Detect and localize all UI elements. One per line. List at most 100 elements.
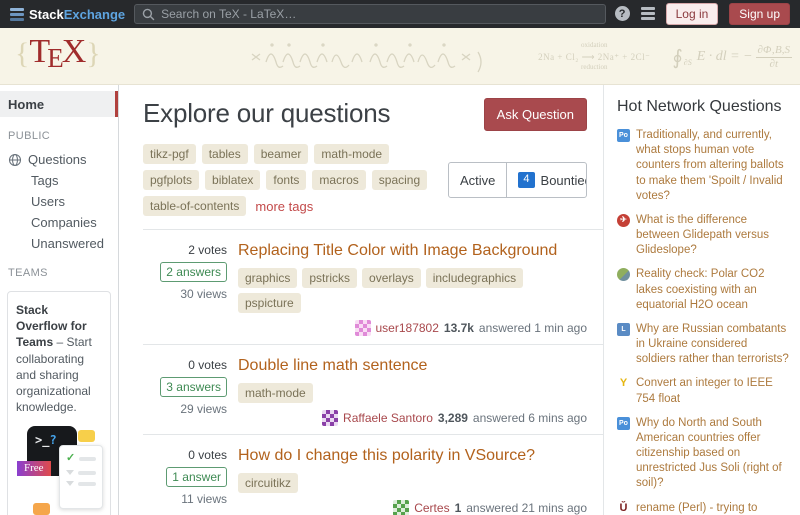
page-body: Home PUBLIC Questions Tags Users Compani… — [0, 85, 800, 515]
sidebar-item-home[interactable]: Home — [0, 91, 118, 117]
teams-illustration: >_? ✓ Free — [16, 423, 102, 515]
tag-math-mode[interactable]: math-mode — [238, 383, 313, 403]
ask-question-button[interactable]: Ask Question — [484, 98, 587, 131]
activity-time: answered 6 mins ago — [473, 411, 587, 425]
question-list: 2 votes2 answers30 views Replacing Title … — [143, 229, 603, 515]
sidebar-item-unanswered[interactable]: Unanswered — [0, 233, 118, 254]
hot-network-questions-title: Hot Network Questions — [617, 98, 790, 116]
teams-promo-card: Stack Overflow for Teams – Start collabo… — [7, 291, 111, 515]
user-name-link[interactable]: Certes — [414, 501, 449, 515]
hot-question-link[interactable]: rename (Perl) - trying to renumber a lis… — [636, 501, 790, 515]
more-tags-link[interactable]: more tags — [255, 199, 313, 214]
hot-question-item: Po Traditionally, and currently, what sto… — [617, 128, 790, 204]
hot-question-link[interactable]: Traditionally, and currently, what stops… — [636, 128, 790, 204]
sidebar-item-companies[interactable]: Companies — [0, 212, 118, 233]
hot-question-item: PoWhy do North and South American countr… — [617, 416, 790, 492]
question-attribution: Raffaele Santoro3,289answered 6 mins ago — [322, 403, 587, 426]
user-name-link[interactable]: user187802 — [376, 321, 439, 335]
vote-count: 2 votes — [188, 243, 227, 257]
question-filters: Active4BountiedHotWeekMonth — [448, 162, 587, 198]
tag-includegraphics[interactable]: includegraphics — [426, 268, 523, 288]
tag-pspicture[interactable]: pspicture — [238, 293, 301, 313]
tag-biblatex[interactable]: biblatex — [205, 170, 260, 190]
question-title-link[interactable]: Double line math sentence — [238, 356, 587, 376]
answer-count: 1 answer — [166, 467, 227, 487]
hot-question-link[interactable]: What is the difference between Glidepath… — [636, 213, 790, 259]
question-stats: 2 votes2 answers30 views — [143, 240, 227, 336]
tag-spacing[interactable]: spacing — [372, 170, 427, 190]
chemistry-equation-decoration: oxidation 2Na + Cl₂ ⟶ 2Na⁺ + 2Cl⁻ reduct… — [538, 41, 650, 73]
filter-active[interactable]: Active — [449, 163, 506, 197]
question-stats: 0 votes1 answer11 views — [143, 445, 227, 515]
search-input[interactable] — [161, 7, 597, 21]
sidebar-section-public: PUBLIC — [0, 117, 118, 149]
featured-tags: tikz-pgf tables beamermath-mode pgfplots bib… — [143, 144, 448, 216]
hot-question-link[interactable]: Reality check: Polar CO2 lakes coexistin… — [636, 267, 790, 313]
question-row: 0 votes1 answer11 viewsHow do I change t… — [143, 435, 603, 515]
law-site-icon: L — [617, 323, 630, 336]
user-name-link[interactable]: Raffaele Santoro — [343, 411, 433, 425]
question-title-link[interactable]: Replacing Title Color with Image Backgro… — [238, 241, 587, 261]
tag-graphics[interactable]: graphics — [238, 268, 297, 288]
tag-math-mode[interactable]: math-mode — [314, 144, 389, 164]
hot-question-link[interactable]: Convert an integer to IEEE 754 float — [636, 376, 790, 406]
sidebar-item-questions[interactable]: Questions — [0, 149, 118, 170]
vote-count: 0 votes — [188, 448, 227, 462]
user-avatar[interactable] — [393, 500, 409, 515]
tag-macros[interactable]: macros — [312, 170, 365, 190]
site-header: { T E X } oxidation 2Na + Cl₂ ⟶ 2Na⁺ + 2… — [0, 28, 800, 85]
filter-bountied[interactable]: 4Bountied — [506, 163, 587, 197]
logo-brace-right: } — [86, 39, 100, 69]
politics-site-icon: Po — [617, 129, 630, 142]
hot-question-link[interactable]: Why do North and South American countrie… — [636, 416, 790, 492]
tag-tikz-pgf[interactable]: tikz-pgf — [143, 144, 196, 164]
sidebar-section-teams: TEAMS — [0, 254, 118, 286]
site-switcher-icon[interactable] — [641, 7, 655, 20]
tag-pstricks[interactable]: pstricks — [302, 268, 357, 288]
left-sidebar: Home PUBLIC Questions Tags Users Compani… — [0, 85, 119, 515]
teams-promo-text: Stack Overflow for Teams – Start collabo… — [16, 302, 102, 415]
sidebar-item-users[interactable]: Users — [0, 191, 118, 212]
site-search — [134, 4, 605, 24]
hot-question-link[interactable]: Why are Russian combatants in Ukraine co… — [636, 322, 790, 368]
tag-table-of-contents[interactable]: table-of-contents — [143, 196, 246, 216]
stackexchange-logo[interactable]: StackExchange — [10, 7, 125, 22]
question-summary: Double line math sentence math-mode Raffae… — [238, 355, 587, 426]
list-controls: tikz-pgf tables beamermath-mode pgfplots bib… — [143, 144, 603, 216]
tag-tables[interactable]: tables — [202, 144, 248, 164]
logo-brace-left: { — [15, 39, 29, 69]
question-attribution: user18780213.7kanswered 1 min ago — [355, 313, 588, 336]
user-avatar[interactable] — [322, 410, 338, 426]
aviation-site-icon: ✈ — [617, 214, 630, 227]
tag-overlays[interactable]: overlays — [362, 268, 421, 288]
view-count: 30 views — [180, 287, 227, 301]
tex-site-logo[interactable]: { T E X } — [15, 35, 101, 72]
login-button[interactable]: Log in — [666, 3, 719, 25]
hot-network-questions-panel: Hot Network Questions Po Traditionally, a… — [604, 85, 800, 515]
free-badge: Free — [17, 461, 51, 476]
user-avatar[interactable] — [355, 320, 371, 336]
bounty-count-badge: 4 — [518, 172, 534, 188]
tag-fonts[interactable]: fonts — [266, 170, 306, 190]
main-content: Explore our questions Ask Question tikz-… — [119, 85, 604, 515]
question-row: 2 votes2 answers30 views Replacing Title … — [143, 230, 603, 345]
user-reputation: 13.7k — [444, 321, 474, 335]
answer-count: 3 answers — [160, 377, 227, 397]
question-title-link[interactable]: How do I change this polarity in VSource… — [238, 446, 587, 466]
vote-count: 0 votes — [188, 358, 227, 372]
user-reputation: 1 — [455, 501, 462, 515]
question-tags: circuitikz — [238, 473, 587, 493]
tag-circuitikz[interactable]: circuitikz — [238, 473, 298, 493]
question-tags: math-mode — [238, 383, 587, 403]
unix-linux-site-icon: Ŭ — [617, 502, 630, 515]
view-count: 29 views — [180, 402, 227, 416]
help-icon[interactable]: ? — [615, 6, 630, 21]
tag-pgfplots[interactable]: pgfplots — [143, 170, 199, 190]
hot-question-item: Ŭrename (Perl) - trying to renumber a li… — [617, 501, 790, 515]
activity-time: answered 21 mins ago — [466, 501, 587, 515]
checklist-icon: ✓ — [59, 445, 103, 509]
hot-question-item: ✈ What is the difference between Glidepat… — [617, 213, 790, 259]
signup-button[interactable]: Sign up — [729, 3, 790, 25]
tag-beamer[interactable]: beamer — [254, 144, 309, 164]
sidebar-item-tags[interactable]: Tags — [0, 170, 118, 191]
